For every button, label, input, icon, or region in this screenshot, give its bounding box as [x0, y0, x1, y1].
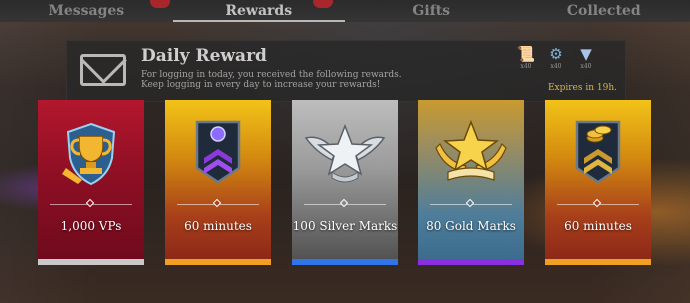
mini-reward-icons: 📜 x40 ⚙ x40 ▼ x40 — [515, 45, 597, 70]
tab-gifts-label: Gifts — [412, 3, 451, 19]
tab-gifts[interactable]: Gifts — [345, 0, 518, 22]
rarity-bar — [165, 259, 271, 265]
purple-rank-banner-icon — [195, 120, 241, 184]
reward-card-boost-1[interactable]: 60 minutes — [165, 100, 271, 265]
reward-label: 1,000 VPs — [60, 219, 122, 233]
rarity-bar — [418, 259, 524, 265]
tab-collected-label: Collected — [566, 3, 641, 19]
reward-label: 60 minutes — [564, 219, 632, 233]
trophy-shield-icon — [62, 122, 116, 186]
tab-rewards[interactable]: Rewards — [172, 0, 345, 22]
mail-icon — [80, 54, 126, 86]
reward-card-boost-2[interactable]: 60 minutes — [545, 100, 651, 265]
wings-icon: ▼ x40 — [575, 45, 597, 70]
rarity-bar — [545, 259, 651, 265]
expires-text: Expires in 19h. — [547, 83, 617, 93]
silver-winged-star-icon — [304, 123, 386, 183]
tab-messages-label: Messages — [48, 3, 125, 19]
reward-label: 80 Gold Marks — [426, 219, 516, 233]
panel-description: For logging in today, you received the f… — [141, 70, 402, 90]
daily-reward-panel: Daily Reward For logging in today, you r… — [66, 40, 626, 102]
mini-label: x40 — [550, 63, 562, 70]
reward-label: 100 Silver Marks — [292, 219, 398, 233]
mini-label: x40 — [520, 63, 532, 70]
reward-card-vps[interactable]: 1,000 VPs — [38, 100, 144, 265]
tab-messages[interactable]: Messages — [0, 0, 173, 22]
rarity-bar — [38, 259, 144, 265]
reward-label: 60 minutes — [184, 219, 252, 233]
reward-card-gold-marks[interactable]: 80 Gold Marks — [418, 100, 524, 265]
notification-badge — [150, 0, 170, 8]
gold-coin-banner-icon — [575, 120, 621, 184]
notification-badge — [312, 0, 333, 8]
reward-card-silver-marks[interactable]: 100 Silver Marks — [292, 100, 398, 265]
panel-description-line2: Keep logging in every day to increase yo… — [141, 80, 381, 90]
panel-description-line1: For logging in today, you received the f… — [141, 70, 402, 80]
rarity-bar — [292, 259, 398, 265]
tab-rewards-label: Rewards — [225, 3, 293, 19]
gold-laurel-star-icon — [435, 119, 507, 181]
scroll-icon: 📜 x40 — [516, 45, 536, 70]
panel-title: Daily Reward — [141, 46, 267, 66]
mini-label: x40 — [580, 63, 592, 70]
gear-medal-icon: ⚙ x40 — [545, 45, 567, 70]
tab-collected[interactable]: Collected — [518, 0, 690, 22]
tab-bar: Messages Rewards Gifts Collected — [0, 0, 690, 22]
